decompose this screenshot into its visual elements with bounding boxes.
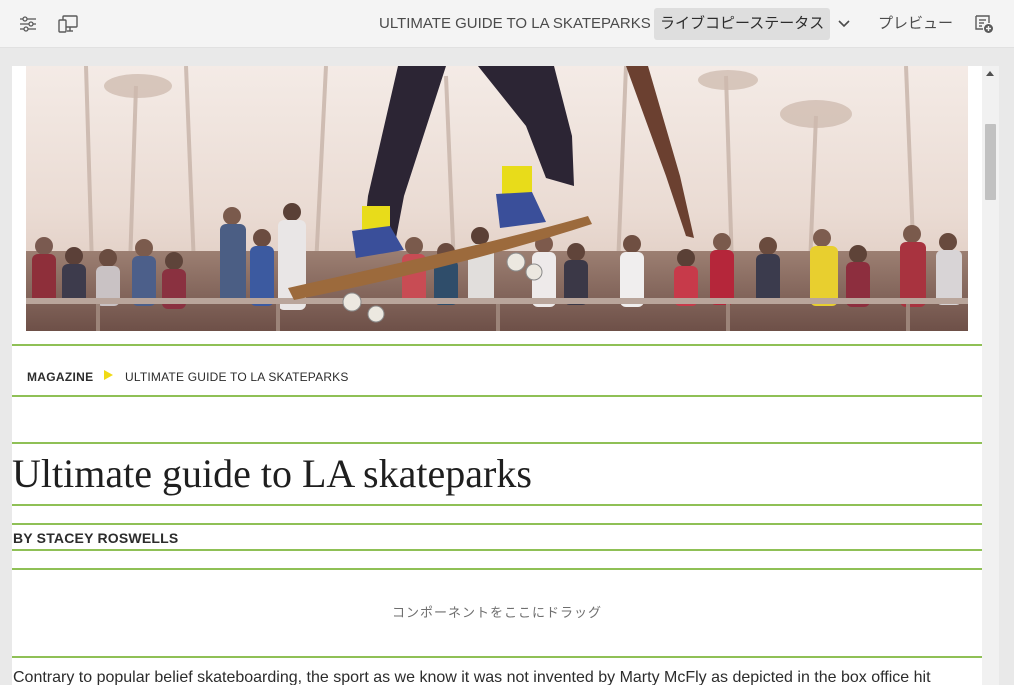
annotations-icon[interactable] <box>972 12 996 36</box>
component-border <box>12 395 982 397</box>
component-border <box>12 344 982 346</box>
component-border <box>12 504 982 506</box>
preview-button[interactable]: プレビュー <box>878 0 953 48</box>
live-copy-status-button[interactable]: ライブコピーステータス <box>654 8 831 40</box>
drop-zone-placeholder[interactable]: コンポーネントをここにドラッグ <box>12 602 982 621</box>
component-border <box>12 549 982 551</box>
page-title: ULTIMATE GUIDE TO LA SKATEPARKS <box>379 15 651 32</box>
scrollbar-thumb[interactable] <box>985 124 996 200</box>
scrollbar[interactable] <box>982 66 999 685</box>
article-byline[interactable]: BY STACEY ROSWELLS <box>13 530 178 546</box>
properties-icon[interactable] <box>16 12 40 36</box>
article-body-text[interactable]: Contrary to popular belief skateboarding… <box>13 669 931 685</box>
article-title[interactable]: Ultimate guide to LA skateparks <box>12 450 532 497</box>
component-border <box>12 568 982 570</box>
hero-image[interactable] <box>26 66 968 331</box>
editor-toolbar: ULTIMATE GUIDE TO LA SKATEPARKS ライブコピーステ… <box>0 0 1014 48</box>
breadcrumb-current: ULTIMATE GUIDE TO LA SKATEPARKS <box>125 370 349 384</box>
scroll-up-arrow-icon[interactable] <box>986 71 994 76</box>
component-border <box>12 442 982 444</box>
emulator-icon[interactable] <box>56 12 80 36</box>
component-border <box>12 656 982 658</box>
breadcrumb-root[interactable]: MAGAZINE <box>27 370 93 384</box>
chevron-down-icon[interactable] <box>832 12 856 36</box>
page-editor-frame: MAGAZINE ULTIMATE GUIDE TO LA SKATEPARKS… <box>12 66 982 685</box>
breadcrumb-separator-icon <box>104 370 113 380</box>
component-border <box>12 523 982 525</box>
